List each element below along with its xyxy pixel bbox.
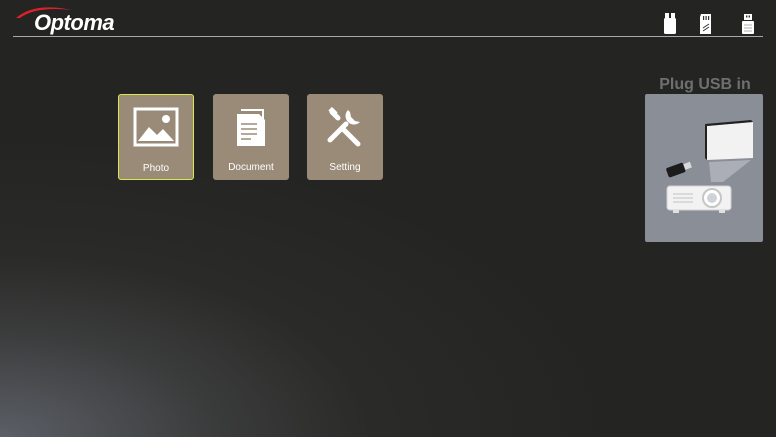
document-tile[interactable]: Document xyxy=(213,94,289,180)
plug-usb-card xyxy=(645,94,763,242)
usb-drive-icon xyxy=(664,13,676,34)
setting-tile[interactable]: Setting xyxy=(307,94,383,180)
photo-tile[interactable]: Photo xyxy=(118,94,194,180)
usb-stick-illustration xyxy=(666,161,692,178)
brand-name: Optoma xyxy=(34,10,115,35)
usb-stick-icon xyxy=(742,14,754,34)
settings-tools-icon xyxy=(327,106,361,147)
sd-card-icon xyxy=(700,14,711,34)
document-label: Document xyxy=(228,162,274,173)
setting-label: Setting xyxy=(329,162,361,173)
header-divider xyxy=(13,36,763,37)
photo-icon xyxy=(133,107,179,147)
document-icon xyxy=(237,109,265,146)
plug-usb-title: Plug USB in xyxy=(659,76,751,93)
usb-to-projector-illustration xyxy=(666,120,753,213)
photo-label: Photo xyxy=(142,163,170,174)
optoma-logo: Optoma xyxy=(14,4,124,38)
